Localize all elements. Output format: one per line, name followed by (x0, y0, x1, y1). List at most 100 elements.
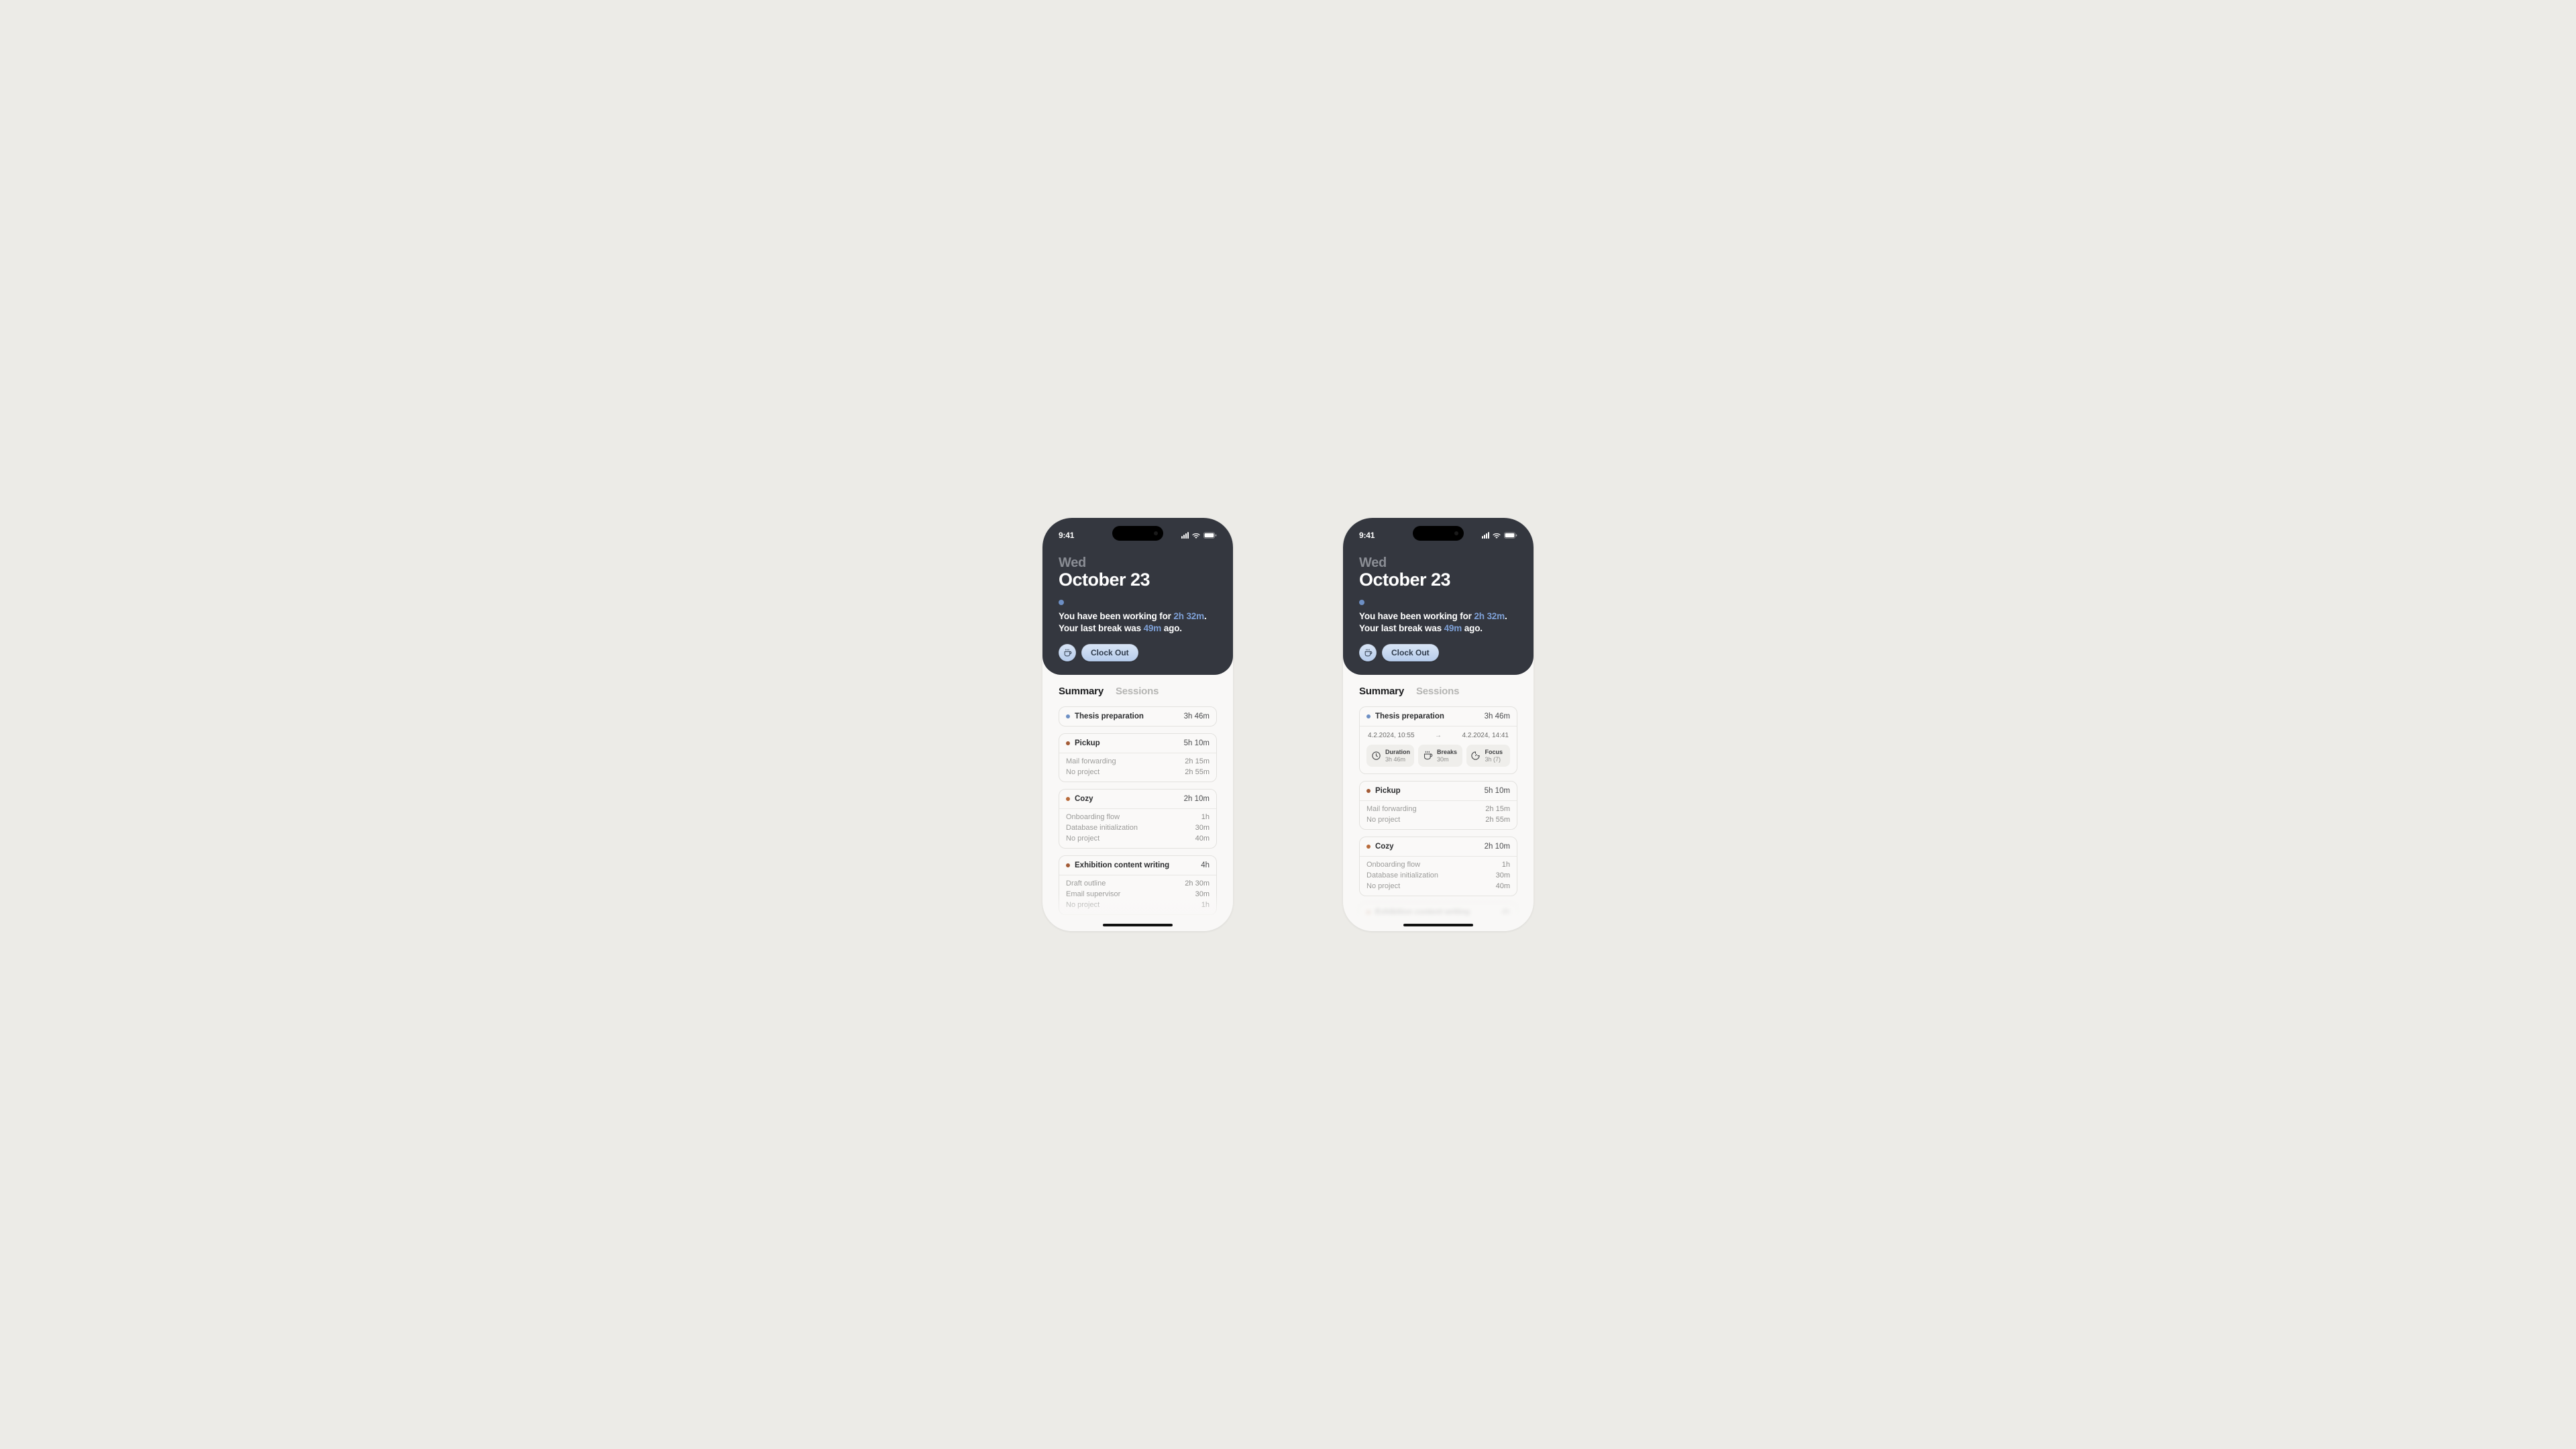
coffee-icon (1063, 649, 1072, 657)
tab-summary[interactable]: Summary (1059, 686, 1104, 697)
project-title: Cozy (1075, 795, 1093, 803)
task-duration: 30m (1195, 824, 1210, 832)
battery-icon (1203, 532, 1217, 539)
working-duration: 2h 32m (1474, 611, 1505, 621)
stat-value: 3h (7) (1485, 756, 1503, 763)
status-time: 9:41 (1359, 531, 1375, 540)
project-card-expanded[interactable]: Thesis preparation 3h 46m 4.2.2024, 10:5… (1359, 706, 1517, 774)
task-label: No project (1366, 882, 1400, 890)
task-duration: 1h (1201, 813, 1210, 821)
phone-right: 9:41 Wed October 23 You have been workin… (1343, 518, 1534, 931)
coffee-icon (1422, 751, 1433, 761)
task-label: Onboarding flow (1066, 813, 1120, 821)
stat-label: Focus (1485, 749, 1503, 755)
project-duration: 3h 46m (1485, 712, 1510, 720)
status-icons (1181, 532, 1217, 539)
stat-focus: Focus3h (7) (1466, 745, 1511, 767)
project-card[interactable]: Cozy 2h 10m Onboarding flow 1h Database in… (1059, 789, 1217, 849)
task-row: Onboarding flow 1h (1066, 813, 1210, 821)
range-start: 4.2.2024, 10:55 (1368, 732, 1435, 739)
task-label: Mail forwarding (1366, 805, 1417, 813)
project-card[interactable]: Pickup 5h 10m Mail forwarding 2h 15m No pr… (1359, 781, 1517, 830)
header: 9:41 Wed October 23 You have been workin… (1343, 518, 1534, 675)
project-title: Exhibition content writing (1375, 909, 1470, 917)
task-row: Mail forwarding 2h 15m (1066, 757, 1210, 765)
status-time: 9:41 (1059, 531, 1074, 540)
task-row: Email supervisor30m (1066, 890, 1210, 898)
stat-value: 30m (1437, 756, 1457, 763)
task-row: No project 40m (1366, 882, 1510, 890)
active-session-indicator (1359, 600, 1364, 605)
break-button[interactable] (1359, 644, 1377, 661)
project-color-dot (1066, 797, 1070, 801)
weekday-label: Wed (1359, 555, 1517, 571)
working-duration: 2h 32m (1173, 611, 1204, 621)
task-duration: 1h (1502, 861, 1510, 869)
tab-summary[interactable]: Summary (1359, 686, 1404, 697)
task-row: Draft outline 2h 30m (1066, 879, 1210, 888)
project-card[interactable]: Thesis preparation 3h 46m (1059, 706, 1217, 727)
home-indicator[interactable] (1403, 924, 1473, 926)
task-row: Mail forwarding 2h 15m (1366, 805, 1510, 813)
task-duration: 2h 15m (1185, 757, 1210, 765)
task-duration: 1h (1201, 901, 1210, 909)
task-row: No project40m (1066, 835, 1210, 843)
project-color-dot (1366, 789, 1371, 793)
phone-left: 9:41 Wed October 23 You have been workin… (1042, 518, 1233, 931)
task-label: Draft outline (1066, 879, 1106, 888)
clock-out-button[interactable]: Clock Out (1382, 644, 1439, 661)
stat-clock: Duration3h 46m (1366, 745, 1414, 767)
content-body: Summary Sessions Thesis preparation 3h 4… (1343, 675, 1534, 931)
project-color-dot (1366, 911, 1371, 915)
working-status-text: You have been working for 2h 32m. Your l… (1359, 610, 1517, 635)
task-label: No project (1066, 901, 1099, 909)
dynamic-island (1112, 526, 1163, 541)
task-duration: 2h 15m (1485, 805, 1510, 813)
home-indicator[interactable] (1103, 924, 1173, 926)
task-duration: 2h 30m (1185, 879, 1210, 888)
cell-signal-icon (1482, 532, 1489, 539)
break-ago: 49m (1144, 623, 1162, 633)
project-card[interactable]: Pickup 5h 10m Mail forwarding2h 15mNo pr… (1059, 733, 1217, 782)
date-label: October 23 (1059, 570, 1217, 590)
task-row: Database initialization30m (1066, 824, 1210, 832)
project-color-dot (1366, 714, 1371, 718)
tab-sessions[interactable]: Sessions (1416, 686, 1459, 697)
project-duration: 2h 10m (1184, 795, 1210, 803)
header: 9:41 Wed October 23 You have been workin… (1042, 518, 1233, 675)
range-end: 4.2.2024, 14:41 (1442, 732, 1509, 739)
task-duration: 40m (1496, 882, 1510, 890)
project-duration: 5h 10m (1485, 787, 1510, 795)
project-title: Exhibition content writing (1075, 861, 1169, 869)
project-card[interactable]: Cozy 2h 10m Onboarding flow1hDatabase in… (1359, 837, 1517, 896)
focus-icon (1470, 751, 1481, 761)
task-label: No project (1066, 768, 1099, 776)
project-title: Pickup (1375, 787, 1401, 795)
wifi-icon (1191, 532, 1201, 539)
stat-label: Breaks (1437, 749, 1457, 755)
clock-icon (1371, 751, 1381, 761)
tab-sessions[interactable]: Sessions (1116, 686, 1159, 697)
task-label: Email supervisor (1066, 890, 1120, 898)
break-ago: 49m (1444, 623, 1462, 633)
project-duration: 4h (1201, 861, 1210, 869)
stat-label: Duration (1385, 749, 1410, 755)
project-card[interactable]: Exhibition content writing 4h Draft outl… (1059, 855, 1217, 915)
project-duration: 2h 10m (1485, 843, 1510, 851)
clock-out-button[interactable]: Clock Out (1081, 644, 1138, 661)
project-color-dot (1066, 741, 1070, 745)
project-duration: 4h (1501, 909, 1510, 917)
task-label: Mail forwarding (1066, 757, 1116, 765)
project-duration: 5h 10m (1184, 739, 1210, 747)
task-label: No project (1366, 816, 1400, 824)
task-label: Onboarding flow (1366, 861, 1420, 869)
project-card[interactable]: Exhibition content writing 4h (1359, 903, 1517, 923)
task-duration: 2h 55m (1485, 816, 1510, 824)
status-icons (1482, 532, 1517, 539)
project-title: Cozy (1375, 843, 1393, 851)
break-button[interactable] (1059, 644, 1076, 661)
project-title: Thesis preparation (1075, 712, 1144, 720)
content-body: Summary Sessions Thesis preparation 3h 4… (1042, 675, 1233, 931)
task-row: No project2h 55m (1066, 768, 1210, 776)
session-detail: 4.2.2024, 10:55 → 4.2.2024, 14:41 Durati… (1360, 727, 1517, 773)
